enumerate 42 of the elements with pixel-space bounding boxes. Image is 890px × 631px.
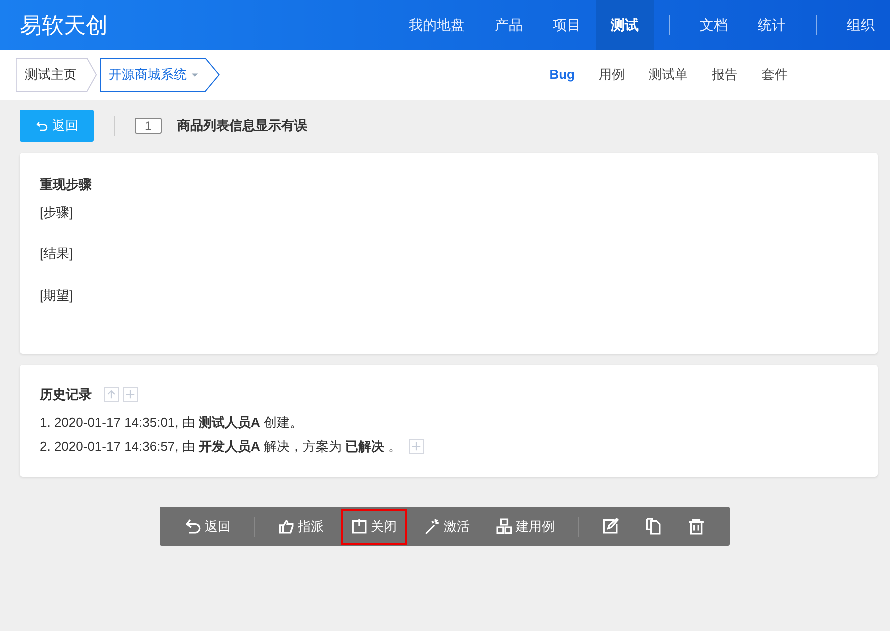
nav-link[interactable]: 项目 bbox=[538, 0, 596, 50]
magic-wand-icon bbox=[424, 518, 441, 535]
history-entry: 1. 2020-01-17 14:35:01, 由 测试人员A 创建。 bbox=[40, 414, 304, 432]
action-button[interactable]: 关闭 bbox=[341, 508, 407, 544]
thumb-icon bbox=[278, 518, 295, 535]
tab[interactable]: 用例 bbox=[587, 65, 637, 85]
history-entry: 2. 2020-01-17 14:36:57, 由 开发人员A 解决，方案为 已解决 。 bbox=[40, 438, 402, 456]
tab[interactable]: 测试单 bbox=[637, 65, 700, 85]
arrow-up-icon bbox=[106, 389, 117, 400]
back-button[interactable]: 返回 bbox=[20, 110, 94, 142]
nav-link[interactable]: 统计 bbox=[743, 0, 801, 50]
action-button[interactable]: 指派 bbox=[269, 508, 333, 544]
step-text: [步骤] bbox=[40, 204, 74, 222]
id-label: 1 bbox=[135, 118, 162, 134]
bug-title: 商品列表信息显示有误 bbox=[178, 117, 308, 136]
section-heading: 重现步骤 bbox=[40, 176, 93, 194]
action-button[interactable]: 返回 bbox=[176, 508, 240, 544]
undo-icon bbox=[185, 518, 202, 535]
edit-icon bbox=[602, 518, 619, 535]
action-button[interactable]: 建用例 bbox=[487, 508, 564, 544]
step-text: [结果] bbox=[40, 245, 74, 263]
nav-link[interactable]: 文档 bbox=[685, 0, 743, 50]
nav-link[interactable]: 我的地盘 bbox=[394, 0, 480, 50]
step-text: [期望] bbox=[40, 286, 74, 305]
copy-icon bbox=[645, 518, 662, 535]
power-icon bbox=[351, 518, 368, 535]
plus-icon bbox=[411, 441, 422, 452]
nav-link[interactable]: 产品 bbox=[480, 0, 538, 50]
section-heading: 历史记录 bbox=[40, 386, 92, 404]
squares-icon bbox=[496, 518, 513, 535]
tab[interactable]: 报告 bbox=[700, 65, 750, 85]
breadcrumb-item[interactable]: 测试主页 bbox=[16, 58, 97, 92]
trash-icon bbox=[688, 518, 705, 535]
tab[interactable]: Bug bbox=[538, 65, 587, 85]
tab[interactable]: 套件 bbox=[750, 65, 800, 85]
undo-icon bbox=[36, 120, 48, 132]
action-button[interactable]: 激活 bbox=[415, 508, 479, 544]
brand-logo: 易软天创 bbox=[19, 12, 108, 40]
breadcrumb-item[interactable]: 开源商城系统 bbox=[100, 58, 220, 92]
plus-icon bbox=[125, 389, 136, 400]
nav-link[interactable]: 测试 bbox=[596, 0, 654, 50]
nav-link[interactable]: 组织 bbox=[832, 0, 890, 50]
